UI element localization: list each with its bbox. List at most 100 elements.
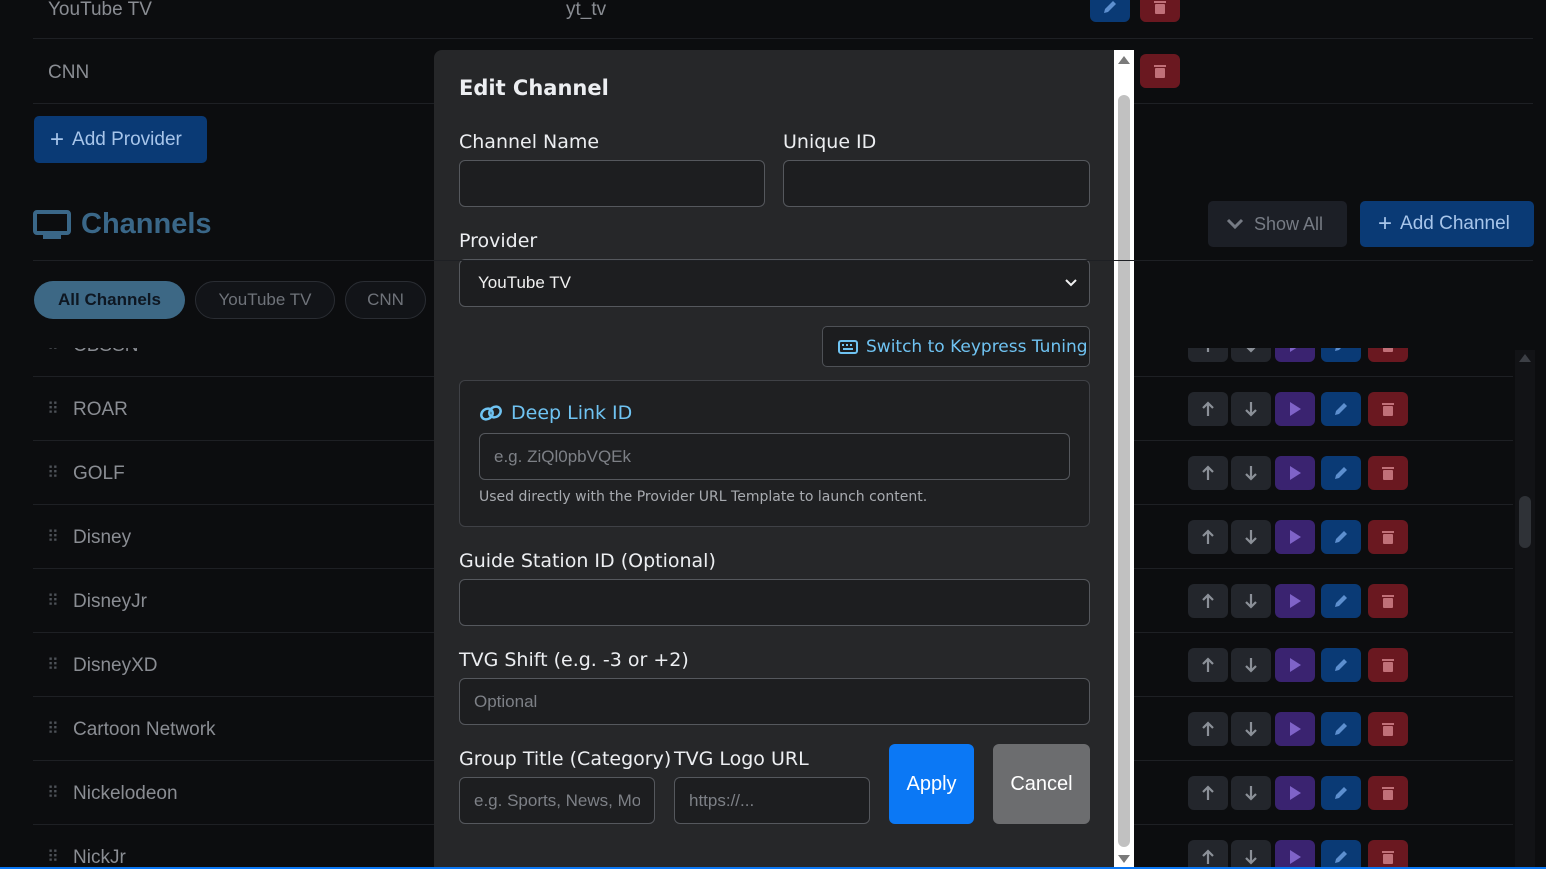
channel-name: DisneyJr [73, 591, 147, 612]
channel-list-scrollbar[interactable] [1515, 350, 1535, 869]
filter-youtube-tv[interactable]: YouTube TV [195, 281, 335, 319]
edit-button[interactable] [1321, 712, 1361, 746]
channel-name: ROAR [73, 399, 128, 420]
tvg-logo-input[interactable] [674, 777, 870, 824]
delete-button[interactable] [1368, 840, 1408, 869]
drag-handle-icon[interactable]: ⠿ [47, 463, 59, 482]
switch-to-keypress-button[interactable]: Switch to Keypress Tuning [822, 326, 1090, 367]
arrow-down-icon [1244, 401, 1258, 417]
move-down-button[interactable] [1231, 648, 1271, 682]
arrow-up-icon [1201, 401, 1215, 417]
unique-id-label: Unique ID [783, 131, 877, 153]
move-up-button[interactable] [1188, 456, 1228, 490]
move-up-button[interactable] [1188, 648, 1228, 682]
delete-button[interactable] [1368, 392, 1408, 426]
edit-button[interactable] [1321, 840, 1361, 869]
play-button[interactable] [1275, 648, 1315, 682]
scroll-thumb[interactable] [1118, 95, 1130, 847]
arrow-down-icon [1244, 657, 1258, 673]
channel-name: Disney [73, 527, 132, 548]
link-icon [480, 405, 502, 421]
scroll-up-arrow[interactable] [1118, 56, 1130, 64]
play-button[interactable] [1275, 392, 1315, 426]
move-up-button[interactable] [1188, 840, 1228, 869]
channel-name-label: Channel Name [459, 131, 600, 153]
play-button[interactable] [1275, 840, 1315, 869]
move-down-button[interactable] [1231, 520, 1271, 554]
arrow-up-icon [1201, 593, 1215, 609]
edit-button[interactable] [1321, 584, 1361, 618]
channel-name-input[interactable] [459, 160, 765, 207]
delete-button[interactable] [1368, 584, 1408, 618]
unique-id-input[interactable] [783, 160, 1090, 207]
arrow-down-icon [1244, 721, 1258, 737]
provider-edit-button[interactable] [1090, 0, 1130, 22]
deeplink-input[interactable] [479, 433, 1070, 480]
channels-title-text: Channels [81, 208, 212, 240]
delete-button[interactable] [1368, 712, 1408, 746]
drag-handle-icon[interactable]: ⠿ [47, 399, 59, 418]
show-all-button[interactable]: Show All [1208, 201, 1347, 247]
play-button[interactable] [1275, 520, 1315, 554]
cancel-button[interactable]: Cancel [993, 744, 1090, 824]
provider-delete-button[interactable] [1140, 0, 1180, 22]
scroll-down-arrow[interactable] [1118, 855, 1130, 863]
move-up-button[interactable] [1188, 520, 1228, 554]
edit-button[interactable] [1321, 520, 1361, 554]
play-button[interactable] [1275, 584, 1315, 618]
drag-handle-icon[interactable]: ⠿ [47, 591, 59, 610]
drag-handle-icon[interactable]: ⠿ [47, 719, 59, 738]
filter-cnn[interactable]: CNN [345, 281, 426, 319]
guide-station-input[interactable] [459, 579, 1090, 626]
move-down-button[interactable] [1231, 776, 1271, 810]
delete-button[interactable] [1368, 648, 1408, 682]
edit-button[interactable] [1321, 776, 1361, 810]
deeplink-title: Deep Link ID [479, 402, 632, 424]
move-up-button[interactable] [1188, 392, 1228, 426]
edit-button[interactable] [1321, 392, 1361, 426]
filter-all-channels[interactable]: All Channels [34, 281, 185, 319]
arrow-up-icon [1201, 721, 1215, 737]
move-down-button[interactable] [1231, 584, 1271, 618]
apply-button[interactable]: Apply [889, 744, 974, 824]
play-icon [1288, 529, 1302, 545]
provider-delete-button[interactable] [1140, 54, 1180, 88]
drag-handle-icon[interactable]: ⠿ [47, 655, 59, 674]
add-channel-label: Add Channel [1400, 213, 1510, 234]
chevron-down-icon [1065, 279, 1077, 287]
edit-button[interactable] [1321, 648, 1361, 682]
move-down-button[interactable] [1231, 712, 1271, 746]
play-button[interactable] [1275, 712, 1315, 746]
move-down-button[interactable] [1231, 456, 1271, 490]
play-button[interactable] [1275, 776, 1315, 810]
add-provider-button[interactable]: + Add Provider [34, 116, 207, 163]
channel-name: GOLF [73, 463, 125, 484]
arrow-up-icon [1201, 785, 1215, 801]
delete-button[interactable] [1368, 776, 1408, 810]
move-down-button[interactable] [1231, 840, 1271, 869]
provider-select[interactable]: YouTube TV [459, 259, 1090, 307]
edit-button[interactable] [1321, 456, 1361, 490]
drag-handle-icon[interactable]: ⠿ [47, 847, 59, 866]
delete-button[interactable] [1368, 456, 1408, 490]
move-up-button[interactable] [1188, 584, 1228, 618]
group-title-input[interactable] [459, 777, 655, 824]
pencil-icon [1333, 657, 1349, 673]
scroll-up-arrow[interactable] [1519, 354, 1531, 362]
play-button[interactable] [1275, 456, 1315, 490]
drag-handle-icon[interactable]: ⠿ [47, 527, 59, 546]
arrow-down-icon [1244, 785, 1258, 801]
chevron-down-icon [1226, 218, 1244, 230]
channel-name: Nickelodeon [73, 783, 178, 804]
move-up-button[interactable] [1188, 776, 1228, 810]
group-title-label: Group Title (Category) [459, 748, 672, 770]
drag-handle-icon[interactable]: ⠿ [47, 783, 59, 802]
move-up-button[interactable] [1188, 712, 1228, 746]
add-channel-button[interactable]: + Add Channel [1360, 201, 1534, 247]
tvg-shift-input[interactable] [459, 678, 1090, 725]
scroll-thumb[interactable] [1519, 496, 1531, 548]
play-icon [1288, 657, 1302, 673]
move-down-button[interactable] [1231, 392, 1271, 426]
modal-scrollbar[interactable] [1114, 50, 1134, 869]
delete-button[interactable] [1368, 520, 1408, 554]
